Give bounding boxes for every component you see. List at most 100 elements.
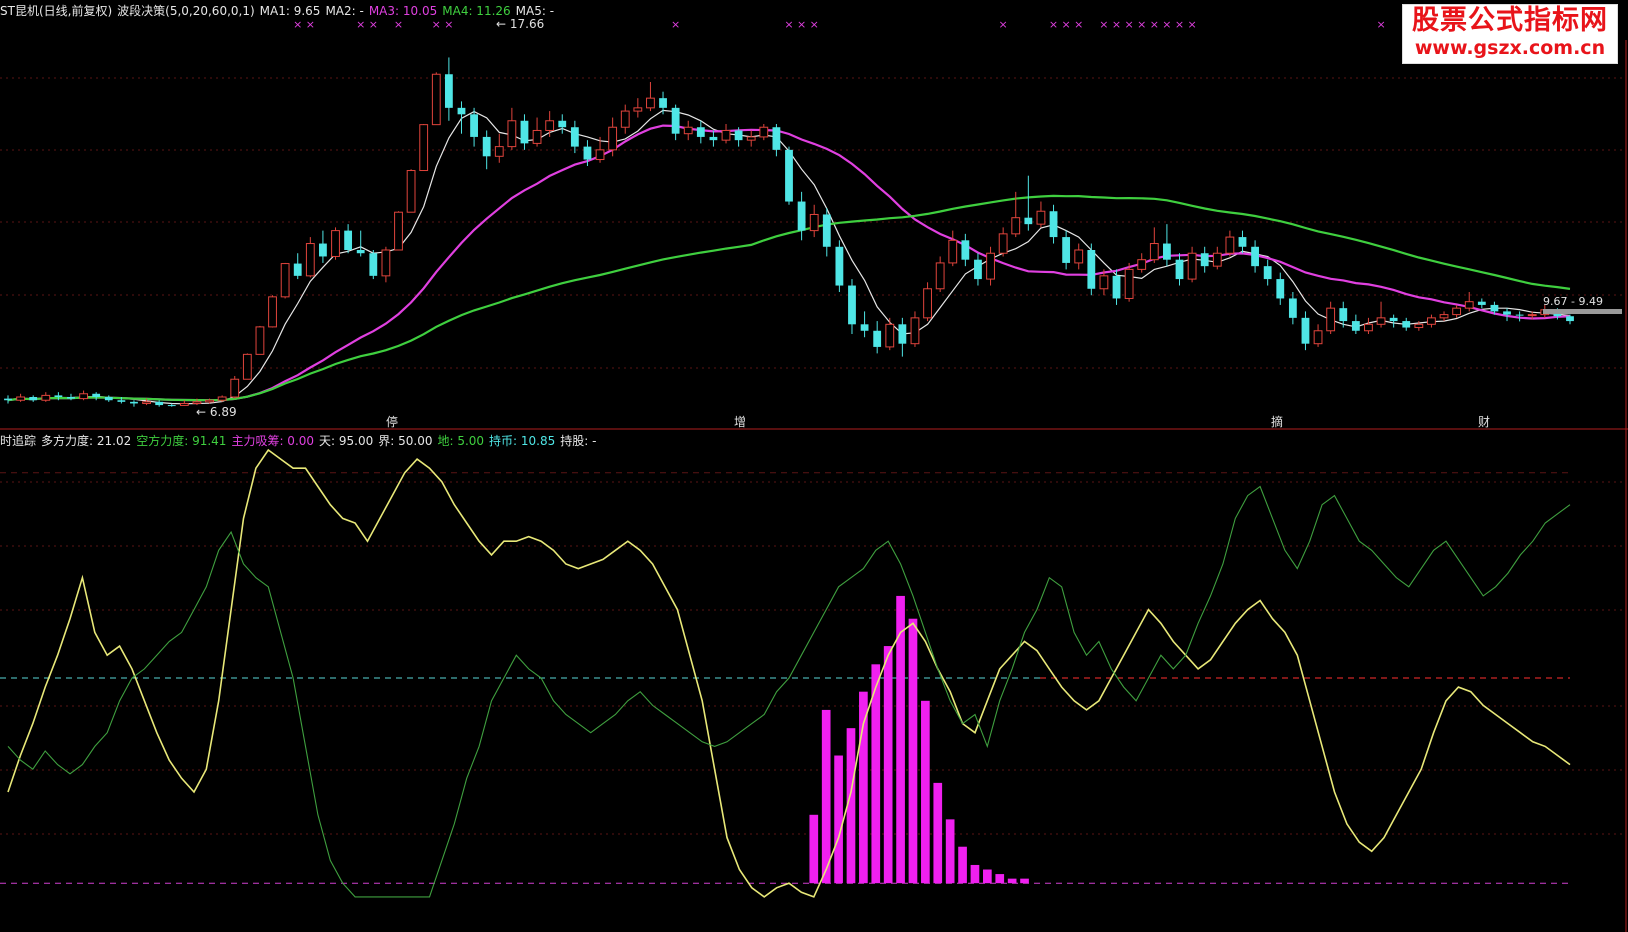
candle [646,82,655,112]
candle [1049,204,1058,244]
candle [721,124,731,144]
candle [1162,224,1171,267]
candle [998,227,1008,257]
signal-marker: × [797,18,806,31]
candle [545,111,555,137]
signal-marker: × [999,18,1008,31]
candle [381,246,391,283]
chibi-readout: 持币: 10.85 [489,434,556,448]
candle [1187,246,1197,283]
zhuli-bar [921,700,930,884]
candle [1288,292,1297,325]
ma4-readout: MA4: 11.26 [442,4,511,18]
candle [986,246,995,286]
candle [835,240,844,292]
zhuli-bar [958,846,967,884]
candle [293,253,302,280]
candle [873,321,882,354]
candle [16,393,26,402]
zhuli-bar [970,864,980,884]
candle [1439,311,1449,322]
main-chart-header: ST昆机(日线,前复权) 波段决策(5,0,20,60,0,1) MA1: 9.65… [0,2,559,19]
zhuli-readout: 主力吸筹: 0.00 [231,434,315,448]
signal-marker: × [306,18,315,31]
candle [961,233,970,267]
candle [797,191,806,241]
low-price-label: ← 6.89 [196,405,237,419]
candle [1503,308,1511,322]
signal-marker: × [1125,18,1134,31]
logo-title: 股票公式指标网 [1412,5,1608,36]
candle [1212,246,1222,270]
candle [29,395,38,402]
candle [1024,175,1033,231]
signal-marker: × [1175,18,1184,31]
ma3-readout: MA3: 10.05 [368,4,438,18]
candle [570,120,579,154]
signal-marker: × [369,18,378,31]
last-range-bar [1543,309,1622,314]
indicator-panel [7,448,1571,898]
zhuli-bar [859,691,868,884]
candle [242,353,252,380]
candle [444,57,453,121]
ma2-readout: MA2: - [325,4,364,18]
candle [1137,253,1147,273]
price-annotations: ← 17.66 ← 6.89 9.67 - 9.49 [196,17,1622,419]
candle [369,250,378,280]
candle [457,101,466,134]
signal-marker: × [1074,18,1083,31]
candle [1200,246,1209,273]
candle [785,146,793,205]
event-label-2: 摘 [1271,414,1283,429]
candle [1149,227,1159,263]
di-readout: 地: 5.00 [437,434,485,448]
high-price-label: ← 17.66 [496,17,544,31]
candle [709,130,718,147]
candle [910,311,920,347]
candle [494,133,504,163]
candle [746,130,756,147]
zhuli-bar [809,814,819,884]
zhuli-bar [883,646,893,884]
kong-readout: 空方力度: 91.41 [136,434,227,448]
event-label-0: 停 [386,414,398,429]
candle [155,400,164,407]
zhuli-bar [1007,878,1017,884]
tian-readout: 天: 95.00 [319,434,374,448]
candle [356,230,365,257]
candle [1238,230,1247,254]
candle [4,395,12,404]
candle [419,124,429,172]
candle [1276,272,1285,305]
indicator-title: 时追踪 [0,434,37,448]
zhuli-bar [995,874,1005,884]
candle [620,104,630,134]
candle [809,204,819,238]
event-label-1: 增 [734,415,746,429]
grid-lines [0,40,1628,932]
candle [268,295,277,328]
candle [1326,301,1336,334]
zhuli-bar [908,618,918,884]
signal-marker: × [671,18,680,31]
chigu-readout: 持股: - [560,434,597,448]
candle [923,282,932,322]
signal-marker: × [1099,18,1108,31]
signal-marker: × [1112,18,1121,31]
candle [1263,259,1272,286]
candle [532,117,542,147]
candle [898,317,907,357]
jie-readout: 界: 50.00 [378,434,433,448]
candle [41,392,51,402]
candle [1389,314,1398,328]
signal-marker: × [293,18,302,31]
candle [1175,253,1184,286]
candle [394,211,403,251]
zhuli-bar [933,782,943,884]
candle [1225,230,1235,257]
signal-marker: × [784,18,793,31]
candle [67,393,75,401]
candle [79,390,88,401]
candle [1364,317,1373,334]
